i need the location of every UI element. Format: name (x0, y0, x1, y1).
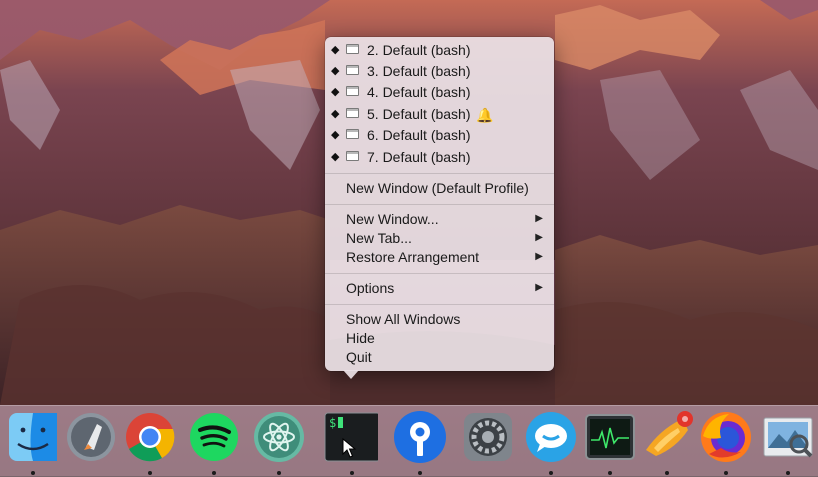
menu-item-label: Options (346, 280, 395, 296)
window-marker-icon: ◆ (331, 129, 340, 141)
bell-icon: 🔔 (476, 107, 494, 123)
menu-item-hide[interactable]: Hide (325, 328, 554, 348)
terminal-prompt: $ (329, 416, 336, 430)
dock-app-chrome-icon[interactable] (123, 410, 177, 464)
menu-item-window-2[interactable]: ◆ 2. Default (bash) (325, 40, 554, 60)
running-indicator-preview (786, 471, 790, 475)
window-marker-icon: ◆ (331, 86, 340, 98)
submenu-arrow-icon: ▶ (535, 213, 543, 224)
running-indicator-sourcetree (418, 471, 422, 475)
dock-app-atom-icon[interactable] (252, 410, 306, 464)
menu-item-label: New Window... (346, 211, 439, 227)
menu-item-restore-arrangement[interactable]: Restore Arrangement ▶ (325, 247, 554, 267)
menu-item-label: 4. Default (bash) (367, 84, 471, 100)
iterm-dock-menu: ◆ 2. Default (bash) ◆ 3. Default (bash) … (325, 37, 554, 371)
menu-item-label: Restore Arrangement (346, 249, 480, 265)
terminal-window-icon (346, 108, 359, 118)
menu-item-window-5[interactable]: ◆ 5. Default (bash) 🔔 (325, 104, 554, 124)
menu-separator (325, 304, 554, 305)
menu-item-label: 6. Default (bash) (367, 127, 471, 143)
submenu-arrow-icon: ▶ (535, 282, 543, 293)
menu-item-label: Quit (346, 349, 372, 365)
menu-item-new-window-default-profile[interactable]: New Window (Default Profile) (325, 178, 554, 198)
submenu-arrow-icon: ▶ (535, 251, 543, 262)
menu-item-label: Hide (346, 330, 375, 346)
dock-app-launchpad-icon[interactable] (64, 410, 118, 464)
running-indicator-firefox (724, 471, 728, 475)
menu-item-label: 7. Default (bash) (367, 149, 471, 165)
running-indicator-finder (31, 471, 35, 475)
terminal-window-icon (346, 65, 359, 75)
terminal-window-icon (346, 44, 359, 54)
running-indicator-atom (277, 471, 281, 475)
menu-item-window-4[interactable]: ◆ 4. Default (bash) (325, 82, 554, 102)
terminal-window-icon (346, 151, 359, 161)
menu-item-label: 2. Default (bash) (367, 42, 471, 58)
window-marker-icon: ◆ (331, 44, 340, 56)
menu-item-label: 5. Default (bash) (367, 106, 471, 122)
dock-app-rocket-typist-icon[interactable] (640, 410, 694, 464)
dock-app-sourcetree-icon[interactable] (393, 410, 447, 464)
dock-app-iterm2-icon[interactable]: $ (324, 410, 378, 464)
menu-separator (325, 273, 554, 274)
menu-item-window-6[interactable]: ◆ 6. Default (bash) (325, 125, 554, 145)
dock-app-preview-icon[interactable] (761, 410, 815, 464)
dock-app-system-preferences-icon[interactable] (461, 410, 515, 464)
menu-item-quit[interactable]: Quit (325, 347, 554, 367)
menu-item-label: New Window (Default Profile) (346, 180, 529, 196)
window-marker-icon: ◆ (331, 151, 340, 163)
window-marker-icon: ◆ (331, 108, 340, 120)
menu-item-label: Show All Windows (346, 311, 461, 327)
terminal-window-icon (346, 129, 359, 139)
dock-app-spotify-icon[interactable] (187, 410, 241, 464)
running-indicator-messages (549, 471, 553, 475)
running-indicator-spotify (212, 471, 216, 475)
window-marker-icon: ◆ (331, 65, 340, 77)
menu-item-new-tab[interactable]: New Tab... ▶ (325, 228, 554, 248)
running-indicator-chrome (148, 471, 152, 475)
dock-app-firefox-icon[interactable] (699, 410, 753, 464)
running-indicator-rocket-typist (665, 471, 669, 475)
menu-item-show-all-windows[interactable]: Show All Windows (325, 309, 554, 329)
submenu-arrow-icon: ▶ (535, 232, 543, 243)
menu-item-window-7[interactable]: ◆ 7. Default (bash) (325, 147, 554, 167)
menu-separator (325, 204, 554, 205)
dock-app-messages-icon[interactable] (524, 410, 578, 464)
menu-item-label: 3. Default (bash) (367, 63, 471, 79)
menu-item-window-3[interactable]: ◆ 3. Default (bash) (325, 61, 554, 81)
menu-item-options[interactable]: Options ▶ (325, 278, 554, 298)
menu-item-label: New Tab... (346, 230, 412, 246)
dock-app-finder-icon[interactable] (6, 410, 60, 464)
running-indicator-iterm2 (350, 471, 354, 475)
menu-separator (325, 173, 554, 174)
terminal-window-icon (346, 86, 359, 96)
dock-app-activity-monitor-icon[interactable] (583, 410, 637, 464)
running-indicator-activity-monitor (608, 471, 612, 475)
menu-item-new-window[interactable]: New Window... ▶ (325, 209, 554, 229)
menu-pointer-arrow (343, 370, 359, 379)
